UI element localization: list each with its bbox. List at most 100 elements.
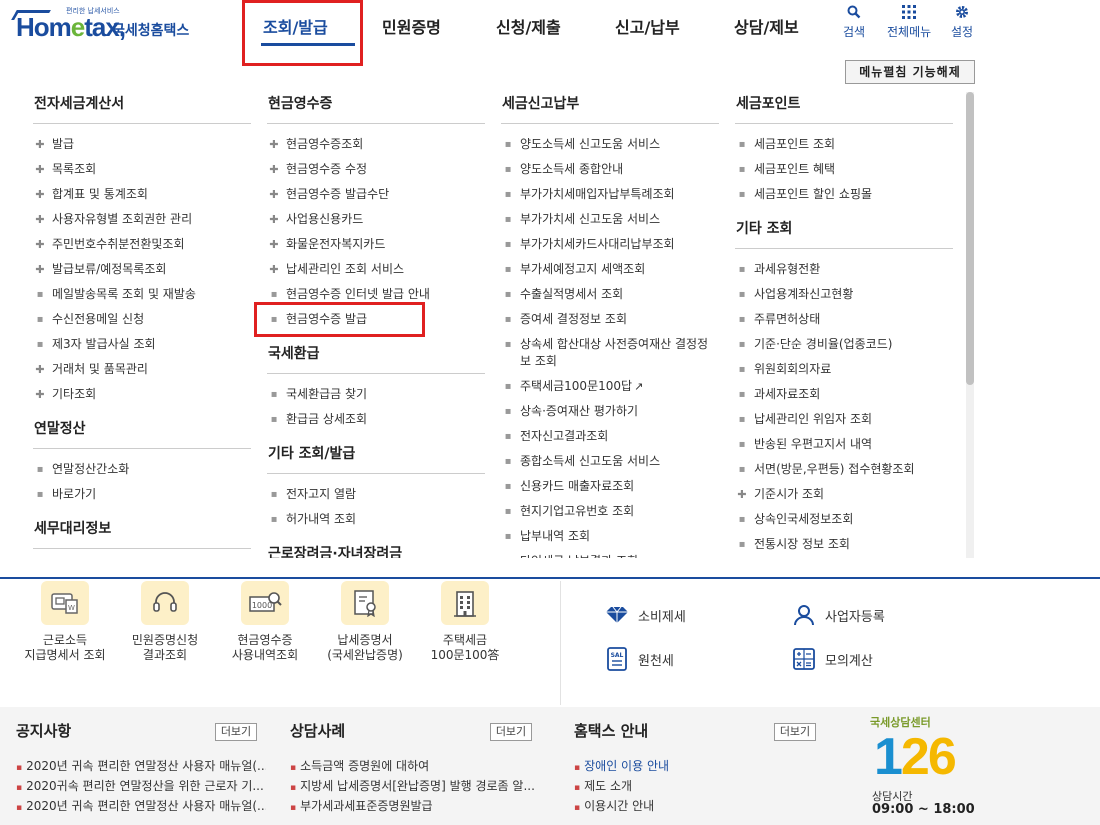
menu-section-title[interactable]: 전자세금계산서 <box>33 92 251 124</box>
certificate-icon <box>341 581 389 625</box>
quick-menu-label-line-1: 근로소득 <box>42 633 88 647</box>
consult-case-item[interactable]: ▪ 부가세과세표준증명원발급 <box>290 797 540 814</box>
notice-item-text: 2020귀속 편리한 연말정산을 위한 근로자 기... <box>26 779 264 793</box>
menu-item[interactable]: ✚ 현금영수증 발급수단 <box>267 182 485 207</box>
notice-item[interactable]: ▪ 2020귀속 편리한 연말정산을 위한 근로자 기... <box>16 777 266 794</box>
all-menu-button[interactable]: 전체메뉴 <box>887 5 931 40</box>
menu-item[interactable]: ▪ 허가내역 조회 <box>267 507 485 532</box>
quick-menu-tax-payment-certificate[interactable]: 납세증명서 (국세완납증명) <box>318 581 412 663</box>
menu-item[interactable]: ▪ 타인세금 납부결과 조회 <box>501 549 719 558</box>
menu-item[interactable]: ▪ 제3자 발급사실 조회 <box>33 332 251 357</box>
menu-item[interactable]: ▪ 주택세금100문100답 ↗ <box>501 374 719 399</box>
menu-item[interactable]: ▪ 과세자료조회 <box>735 382 953 407</box>
menu-section-title[interactable]: 기타 조회 <box>735 217 953 249</box>
menu-item[interactable]: ✚ 현금영수증조회 <box>267 132 485 157</box>
menu-section-title[interactable]: 국세환급 <box>267 342 485 374</box>
menu-item[interactable]: ▪ 상속세 합산대상 사전증여재산 결정정보 조회 <box>501 332 719 374</box>
menu-item[interactable]: ✚ 사용자유형별 조회권한 관리 <box>33 207 251 232</box>
guide-item[interactable]: ▪ 이용시간 안내 <box>574 797 774 814</box>
menu-item[interactable]: ▪ 양도소득세 종합안내 <box>501 157 719 182</box>
menu-item[interactable]: ✚ 발급 <box>33 132 251 157</box>
quick-menu-cash-receipt-history[interactable]: 1000 현금영수증 사용내역조회 <box>218 581 312 663</box>
menu-item[interactable]: ▪ 상속인국세정보조회 <box>735 507 953 532</box>
menu-item[interactable]: ✚ 화물운전자복지카드 <box>267 232 485 257</box>
menu-section-title[interactable]: 세금신고납부 <box>501 92 719 124</box>
menu-item[interactable]: ▪ 수신전용메일 신청 <box>33 307 251 332</box>
menu-item[interactable]: ✚ 거래처 및 품목관리 <box>33 357 251 382</box>
consult-case-item[interactable]: ▪ 지방세 납세증명서[완납증명] 발행 경로좀 알... <box>290 777 540 794</box>
consult-case-item[interactable]: ▪ 소득금액 증명원에 대하여 <box>290 757 540 774</box>
menu-item[interactable]: ▪ 증여세 결정정보 조회 <box>501 307 719 332</box>
receipt-search-icon: 1000 <box>241 581 289 625</box>
notice-item[interactable]: ▪ 2020년 귀속 편리한 연말정산 사용자 매뉴얼(... <box>16 757 266 774</box>
guide-item[interactable]: ▪ 제도 소개 <box>574 777 774 794</box>
scrollbar-thumb[interactable] <box>966 92 974 385</box>
menu-item[interactable]: ✚ 기준시가 조회 <box>735 482 953 507</box>
menu-section-title[interactable]: 세무대리정보 <box>33 517 251 549</box>
menu-item-label: 종합소득세 신고도움 서비스 <box>520 454 661 468</box>
menu-section-title[interactable]: 현금영수증 <box>267 92 485 124</box>
gnb-apply-submit[interactable]: 신청/제출 <box>496 14 561 38</box>
quick-menu-housing-tax-qna[interactable]: 주택세금 100문100答 <box>418 581 512 663</box>
menu-section-title[interactable]: 기타 조회/발급 <box>267 442 485 474</box>
quick-menu-earned-income[interactable]: W 근로소득 지급명세서 조회 <box>18 581 112 663</box>
menu-item[interactable]: ▪ 전자고지 열람 <box>267 482 485 507</box>
menu-item[interactable]: ▪ 신용카드 매출자료조회 <box>501 474 719 499</box>
menu-item[interactable]: ▪ 수출실적명세서 조회 <box>501 282 719 307</box>
menu-section-title[interactable]: 세금포인트 <box>735 92 953 124</box>
hometax-logo[interactable]: 편리한 납세서비스 Hometax, 국세청홈택스 <box>11 6 214 46</box>
menu-item[interactable]: ▪ 전통시장 정보 조회 <box>735 532 953 557</box>
settings-button[interactable]: 설정 <box>951 5 973 40</box>
menu-item[interactable]: ▪ 양도소득세 신고도움 서비스 <box>501 132 719 157</box>
consult-cases-more-button[interactable]: 더보기 <box>490 723 532 741</box>
menu-item[interactable]: ▪ 반송된 우편고지서 내역 <box>735 432 953 457</box>
menu-item[interactable]: ▪ 주류면허상태 <box>735 307 953 332</box>
hometax-guide-more-button[interactable]: 더보기 <box>774 723 816 741</box>
menu-item[interactable]: ▪ 부가가치세카드사대리납부조회 <box>501 232 719 257</box>
menu-item[interactable]: ▪ 연말정산간소화 <box>33 457 251 482</box>
menu-item[interactable]: ✚ 납세관리인 조회 서비스 <box>267 257 485 282</box>
menu-section-title[interactable]: 근로장려금·자녀장려금 <box>267 542 485 558</box>
menu-item[interactable]: ✚ 기타조회 <box>33 382 251 407</box>
menu-item[interactable]: ▪ 부가가치세매입자납부특례조회 <box>501 182 719 207</box>
guide-item[interactable]: ▪ 장애인 이용 안내 <box>574 757 774 774</box>
menu-item[interactable]: ▪ 메일발송목록 조회 및 재발송 <box>33 282 251 307</box>
menu-expand-off-button[interactable]: 메뉴펼침 기능해제 <box>845 60 975 84</box>
menu-item[interactable]: ▪ 기준·단순 경비율(업종코드) <box>735 332 953 357</box>
menu-item[interactable]: ✚ 사업용신용카드 <box>267 207 485 232</box>
call-center-banner[interactable]: 국세상담센터 126 상담시간 09:00 ~ 18:00 <box>870 714 990 819</box>
menu-item[interactable]: ▪ 세금포인트 조회 <box>735 132 953 157</box>
notice-item[interactable]: ▪ 2020년 귀속 편리한 연말정산 사용자 매뉴얼(... <box>16 797 266 814</box>
menu-item[interactable]: ▪ 상속·증여재산 평가하기 <box>501 399 719 424</box>
menu-item[interactable]: ✚ 목록조회 <box>33 157 251 182</box>
menu-item[interactable]: ▪ 위원회회의자료 <box>735 357 953 382</box>
menu-item[interactable]: ▪ 부가세예정고지 세액조회 <box>501 257 719 282</box>
menu-item[interactable]: ▪ 납세관리인 위임자 조회 <box>735 407 953 432</box>
gnb-civil-certificate[interactable]: 민원증명 <box>382 14 441 38</box>
search-button[interactable]: 검색 <box>843 5 865 40</box>
menu-item[interactable]: ▪ 현지기업고유번호 조회 <box>501 499 719 524</box>
menu-item[interactable]: ▪ 국세환급금 찾기 <box>267 382 485 407</box>
menu-item[interactable]: ✚ 합계표 및 통계조회 <box>33 182 251 207</box>
menu-item[interactable]: ▪ 과세유형전환 <box>735 257 953 282</box>
menu-item[interactable]: ▪ 바로가기 <box>33 482 251 507</box>
menu-item[interactable]: ▪ 환급금 상세조회 <box>267 407 485 432</box>
notice-more-button[interactable]: 더보기 <box>215 723 257 741</box>
menu-item[interactable]: ▪ 전자신고결과조회 <box>501 424 719 449</box>
menu-item[interactable]: ▪ 서면(방문,우편등) 접수현황조회 <box>735 457 953 482</box>
menu-item[interactable]: ▪ 종합소득세 신고도움 서비스 <box>501 449 719 474</box>
menu-item[interactable]: ▪ 세금포인트 혜택 <box>735 157 953 182</box>
gnb-consult-report[interactable]: 상담/제보 <box>734 14 799 38</box>
menu-item[interactable]: ✚ 주민번호수취분전환및조회 <box>33 232 251 257</box>
menu-scrollbar[interactable] <box>966 92 974 558</box>
menu-item[interactable]: ✚ 현금영수증 수정 <box>267 157 485 182</box>
quick-menu-civil-result[interactable]: 민원증명신청 결과조회 <box>118 581 212 663</box>
menu-item[interactable]: ▪ 부가가치세 신고도움 서비스 <box>501 207 719 232</box>
menu-item[interactable]: ✚ 발급보류/예정목록조회 <box>33 257 251 282</box>
menu-item[interactable]: ▪ 사업용계좌신고현황 <box>735 282 953 307</box>
menu-section-title[interactable]: 연말정산 <box>33 417 251 449</box>
menu-item[interactable]: ▪ 세금포인트 할인 쇼핑몰 <box>735 182 953 207</box>
highlight-box-gnb <box>242 0 363 66</box>
gnb-report-pay[interactable]: 신고/납부 <box>615 14 680 38</box>
menu-item[interactable]: ▪ 납부내역 조회 <box>501 524 719 549</box>
